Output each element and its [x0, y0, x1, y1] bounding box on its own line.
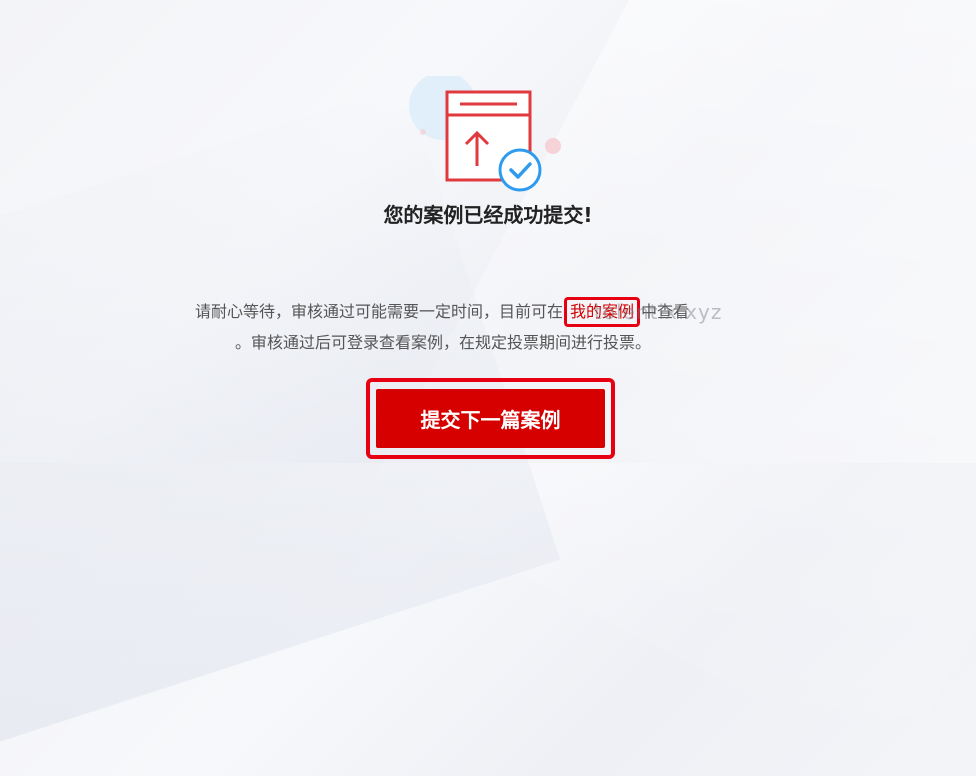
notice-line-2: 。审核通过后可登录查看案例，在规定投票期间进行投票。 [235, 333, 652, 352]
notice-text-before-link: 请耐心等待，审核通过可能需要一定时间，目前可在 [195, 302, 564, 321]
document-upload-success-icon [405, 72, 565, 196]
submit-next-highlight: 提交下一篇案例 [366, 378, 615, 459]
success-title: 您的案例已经成功提交! [383, 203, 593, 227]
review-notice: 请耐心等待，审核通过可能需要一定时间，目前可在 我的案例 中查看 。审核通过后可登录… [195, 296, 785, 358]
my-cases-link[interactable]: 我的案例 [564, 297, 641, 327]
submit-next-case-button[interactable]: 提交下一篇案例 [376, 389, 605, 448]
notice-line-1: 请耐心等待，审核通过可能需要一定时间，目前可在 我的案例 中查看 [195, 296, 785, 327]
notice-text-after-link: 中查看 [641, 302, 690, 321]
